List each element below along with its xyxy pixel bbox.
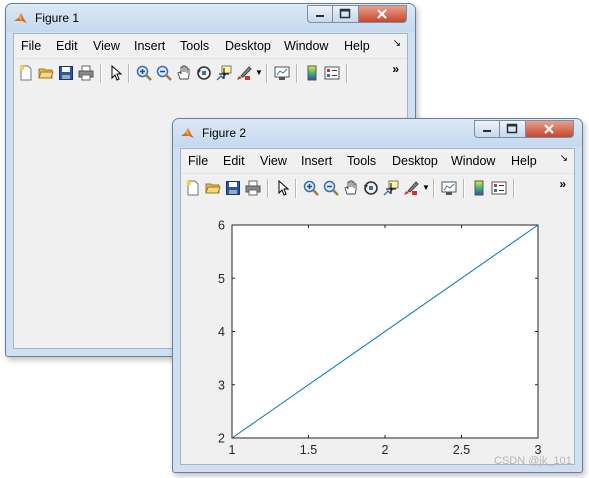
close-icon bbox=[377, 9, 387, 19]
maximize-button[interactable] bbox=[333, 5, 359, 23]
brush-dropdown-icon[interactable]: ▼ bbox=[255, 68, 263, 77]
data-cursor-icon[interactable] bbox=[383, 180, 399, 196]
figure-2-titlebar[interactable]: Figure 2 bbox=[173, 119, 582, 147]
print-icon[interactable] bbox=[78, 65, 94, 81]
menu-window[interactable]: Window bbox=[284, 39, 328, 53]
y-tick-label: 4 bbox=[218, 325, 225, 339]
maximize-button[interactable] bbox=[500, 120, 526, 138]
menu-tools[interactable]: Tools bbox=[180, 39, 209, 53]
menu-tools[interactable]: Tools bbox=[347, 154, 376, 168]
figure-2-client: File Edit View Insert Tools Desktop Wind… bbox=[180, 148, 575, 465]
toolbar-separator bbox=[128, 64, 130, 83]
y-tick-label: 3 bbox=[218, 378, 225, 392]
colorbar-icon[interactable] bbox=[304, 65, 320, 81]
menu-file[interactable]: File bbox=[21, 39, 41, 53]
zoom-in-icon[interactable] bbox=[303, 180, 319, 196]
edit-plot-arrow-icon[interactable] bbox=[275, 180, 291, 196]
toolbar-separator bbox=[100, 64, 102, 83]
menu-insert[interactable]: Insert bbox=[134, 39, 165, 53]
figure-2-canvas: 1 1.5 2 2.5 3 2 3 4 5 6 bbox=[181, 203, 574, 464]
edit-plot-arrow-icon[interactable] bbox=[108, 65, 124, 81]
figure-toolbar: ▼ » bbox=[14, 58, 407, 89]
pan-hand-icon[interactable] bbox=[343, 180, 359, 196]
minimize-button[interactable] bbox=[307, 5, 333, 23]
more-chevron-icon[interactable]: » bbox=[559, 177, 566, 191]
data-cursor-icon[interactable] bbox=[216, 65, 232, 81]
y-tick-label: 2 bbox=[218, 432, 225, 446]
minimize-button[interactable] bbox=[474, 120, 500, 138]
link-plot-icon[interactable] bbox=[274, 65, 290, 81]
close-button[interactable] bbox=[526, 120, 574, 138]
brush-icon[interactable] bbox=[236, 65, 252, 81]
open-file-icon[interactable] bbox=[205, 180, 221, 196]
toolbar-separator bbox=[513, 179, 515, 198]
menu-view[interactable]: View bbox=[93, 39, 120, 53]
legend-icon[interactable] bbox=[491, 180, 507, 196]
menu-window[interactable]: Window bbox=[451, 154, 495, 168]
matlab-logo-icon bbox=[14, 13, 27, 23]
link-plot-icon[interactable] bbox=[441, 180, 457, 196]
toolbar-separator bbox=[267, 179, 269, 198]
brush-dropdown-icon[interactable]: ▼ bbox=[422, 183, 430, 192]
toolbar-separator bbox=[346, 64, 348, 83]
figure-2-window[interactable]: Figure 2 File Edit View Insert Tools Des… bbox=[172, 118, 583, 473]
menu-edit[interactable]: Edit bbox=[56, 39, 78, 53]
y-tick-label: 5 bbox=[218, 272, 225, 286]
watermark-text: CSDN @jk_101 bbox=[494, 455, 572, 467]
menu-desktop[interactable]: Desktop bbox=[392, 154, 438, 168]
x-tick-label: 1 bbox=[229, 443, 236, 457]
open-file-icon[interactable] bbox=[38, 65, 54, 81]
window-title: Figure 1 bbox=[35, 11, 80, 25]
toolbar-separator bbox=[266, 64, 268, 83]
new-figure-icon[interactable] bbox=[185, 180, 201, 196]
more-chevron-icon[interactable]: » bbox=[392, 62, 399, 76]
toolbar-separator bbox=[295, 179, 297, 198]
brush-icon[interactable] bbox=[403, 180, 419, 196]
menu-file[interactable]: File bbox=[188, 154, 208, 168]
rotate-3d-icon[interactable] bbox=[196, 65, 212, 81]
menu-insert[interactable]: Insert bbox=[301, 154, 332, 168]
figure-toolbar: ▼ » bbox=[181, 173, 574, 204]
close-icon bbox=[544, 124, 554, 134]
menu-bar: File Edit View Insert Tools Desktop Wind… bbox=[181, 149, 574, 173]
x-tick-label: 1.5 bbox=[300, 443, 317, 457]
maximize-icon bbox=[339, 8, 351, 19]
zoom-out-icon[interactable] bbox=[323, 180, 339, 196]
y-tick-label: 6 bbox=[218, 219, 225, 233]
menu-chevron-icon[interactable]: ↘ bbox=[560, 153, 568, 164]
window-title: Figure 2 bbox=[202, 126, 247, 140]
print-icon[interactable] bbox=[245, 180, 261, 196]
menu-view[interactable]: View bbox=[260, 154, 287, 168]
save-icon[interactable] bbox=[58, 65, 74, 81]
close-button[interactable] bbox=[359, 5, 407, 23]
x-tick-label: 2.5 bbox=[453, 443, 470, 457]
minimize-icon bbox=[483, 130, 491, 132]
x-tick-label: 2 bbox=[382, 443, 389, 457]
figure-1-titlebar[interactable]: Figure 1 bbox=[6, 4, 415, 32]
plot-axes[interactable]: 1 1.5 2 2.5 323456 bbox=[181, 203, 576, 467]
zoom-out-icon[interactable] bbox=[156, 65, 172, 81]
matlab-logo-icon bbox=[181, 128, 194, 138]
save-icon[interactable] bbox=[225, 180, 241, 196]
pan-hand-icon[interactable] bbox=[176, 65, 192, 81]
menu-help[interactable]: Help bbox=[511, 154, 537, 168]
menu-desktop[interactable]: Desktop bbox=[225, 39, 271, 53]
menu-edit[interactable]: Edit bbox=[223, 154, 245, 168]
rotate-3d-icon[interactable] bbox=[363, 180, 379, 196]
menu-bar: File Edit View Insert Tools Desktop Wind… bbox=[14, 34, 407, 58]
toolbar-separator bbox=[296, 64, 298, 83]
new-figure-icon[interactable] bbox=[18, 65, 34, 81]
minimize-icon bbox=[316, 15, 324, 17]
maximize-icon bbox=[506, 123, 518, 134]
toolbar-separator bbox=[463, 179, 465, 198]
zoom-in-icon[interactable] bbox=[136, 65, 152, 81]
legend-icon[interactable] bbox=[324, 65, 340, 81]
menu-help[interactable]: Help bbox=[344, 39, 370, 53]
colorbar-icon[interactable] bbox=[471, 180, 487, 196]
toolbar-separator bbox=[433, 179, 435, 198]
menu-chevron-icon[interactable]: ↘ bbox=[393, 38, 401, 49]
